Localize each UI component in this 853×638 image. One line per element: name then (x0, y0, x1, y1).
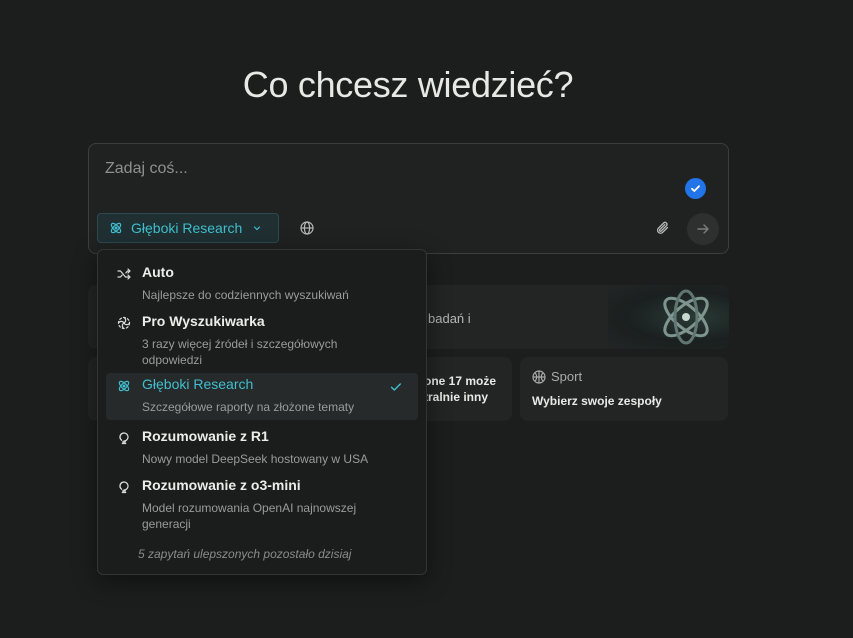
globe-icon[interactable] (299, 220, 315, 236)
discover-card-left-text: one 17 może tralnie inny (424, 374, 497, 404)
mode-option-title: Pro Wyszukiwarka (142, 313, 265, 329)
mode-option-o3-mini[interactable]: Rozumowanie z o3-mini Model rozumowania … (106, 474, 418, 534)
mode-option-title: Rozumowanie z o3-mini (142, 477, 301, 493)
lightbulb-icon (117, 431, 131, 445)
send-button[interactable] (687, 213, 719, 245)
chevron-down-icon (252, 223, 262, 233)
query-input[interactable]: Zadaj coś... (105, 160, 188, 178)
page: Co chcesz wiedzieć? badań i one 17 może … (0, 0, 853, 638)
discover-card-text: badań i (428, 311, 471, 326)
search-mode-button[interactable]: Głęboki Research (97, 213, 279, 243)
paperclip-icon[interactable] (655, 220, 671, 236)
mode-option-deep-research[interactable]: Głęboki Research Szczegółowe raporty na … (106, 373, 418, 420)
checkmark-icon (389, 380, 403, 394)
mode-option-title: Głęboki Research (142, 376, 254, 392)
search-mode-label: Głęboki Research (131, 220, 243, 236)
check-badge-icon (685, 178, 706, 199)
mode-option-pro[interactable]: Pro Wyszukiwarka 3 razy więcej źródeł i … (106, 310, 418, 368)
pro-search-icon (117, 316, 131, 330)
atom-icon (109, 221, 123, 235)
basketball-icon (532, 369, 546, 384)
query-composer: Zadaj coś... Głęboki Research (88, 143, 729, 254)
atom-art-image (608, 285, 729, 349)
sport-card-header: Sport (532, 369, 582, 384)
mode-option-auto[interactable]: Auto Najlepsze do codziennych wyszukiwań (106, 261, 418, 303)
page-title: Co chcesz wiedzieć? (242, 64, 574, 105)
mode-option-desc: Model rozumowania OpenAI najnowszej gene… (142, 501, 357, 531)
remaining-queries-note: 5 zapytań ulepszonych pozostało dzisiaj (138, 547, 352, 561)
arrow-right-icon (696, 222, 710, 236)
mode-option-desc: 3 razy więcej źródeł i szczegółowych odp… (142, 337, 338, 367)
mode-option-desc: Najlepsze do codziennych wyszukiwań (142, 288, 349, 302)
mode-option-r1[interactable]: Rozumowanie z R1 Nowy model DeepSeek hos… (106, 425, 418, 469)
lightbulb-icon (117, 480, 131, 494)
mode-option-title: Auto (142, 264, 174, 280)
sport-card-title: Wybierz swoje zespoły (532, 394, 662, 408)
mode-option-desc: Nowy model DeepSeek hostowany w USA (142, 452, 369, 466)
mode-option-title: Rozumowanie z R1 (142, 428, 269, 444)
atom-icon (117, 379, 131, 393)
sport-card[interactable]: Sport Wybierz swoje zespoły (520, 357, 728, 421)
mode-option-desc: Szczegółowe raporty na złożone tematy (142, 400, 355, 414)
sport-label: Sport (551, 369, 583, 384)
shuffle-icon (117, 267, 131, 281)
search-mode-dropdown: Auto Najlepsze do codziennych wyszukiwań… (97, 249, 427, 575)
